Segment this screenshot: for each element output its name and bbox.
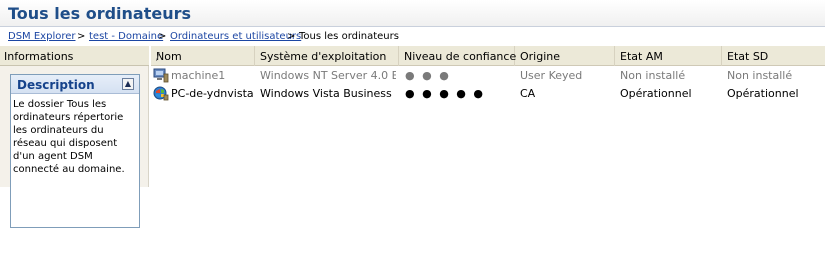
- breadcrumb-separator: >: [158, 31, 167, 42]
- page-title: Tous les ordinateurs: [8, 4, 192, 23]
- description-box: Description ▲ Le dossier Tous les ordina…: [10, 74, 140, 228]
- column-header-os[interactable]: Système d'exploitation: [255, 46, 399, 66]
- breadcrumb-computers-users[interactable]: Ordinateurs et utilisateurs: [170, 31, 301, 42]
- cell-trust-level: ● ● ● ● ●: [405, 87, 485, 100]
- title-bar: Tous les ordinateurs: [0, 0, 825, 27]
- column-header-am-state[interactable]: Etat AM: [615, 46, 722, 66]
- cell-os: Windows Vista Business: [260, 87, 392, 100]
- info-panel-title: Informations: [4, 50, 74, 63]
- column-header-sd-state[interactable]: Etat SD: [722, 46, 825, 66]
- cell-sd-state: Opérationnel: [727, 87, 799, 100]
- cell-am-state: Non installé: [620, 69, 686, 82]
- cell-name: PC-de-ydnvista: [171, 87, 253, 100]
- breadcrumb-separator: >: [287, 31, 296, 42]
- description-header[interactable]: Description ▲: [11, 75, 139, 94]
- cell-origin: CA: [520, 87, 536, 100]
- breadcrumb-dsm-explorer[interactable]: DSM Explorer: [8, 31, 76, 42]
- breadcrumb-domain[interactable]: test - Domaine: [89, 31, 163, 42]
- cell-trust-level: ● ● ●: [405, 69, 451, 82]
- column-header-name[interactable]: Nom /: [151, 46, 255, 66]
- info-panel: Informations Description ▲ Le dossier To…: [0, 46, 149, 228]
- collapse-icon[interactable]: ▲: [122, 78, 134, 90]
- table-header: Nom / Système d'exploitation Niveau de c…: [151, 46, 825, 66]
- column-header-trust[interactable]: Niveau de confiance: [399, 46, 516, 66]
- cell-name: machine1: [171, 69, 226, 82]
- description-text: Le dossier Tous les ordinateurs répertor…: [13, 99, 125, 175]
- table-row[interactable]: PC-de-ydnvista Windows Vista Business ● …: [151, 85, 825, 103]
- sort-ascending-icon: /: [156, 50, 160, 63]
- cell-am-state: Opérationnel: [620, 87, 692, 100]
- cell-os: Windows NT Server 4.0 E...: [260, 69, 396, 82]
- computer-icon: [153, 68, 169, 83]
- table-row[interactable]: machine1 Windows NT Server 4.0 E... ● ● …: [151, 67, 825, 85]
- description-title: Description: [17, 78, 95, 92]
- vista-computer-icon: [153, 86, 169, 101]
- cell-sd-state: Non installé: [727, 69, 793, 82]
- breadcrumb-current: Tous les ordinateurs: [299, 31, 399, 42]
- breadcrumb: DSM Explorer > test - Domaine > Ordinate…: [0, 28, 825, 46]
- column-header-origin[interactable]: Origine: [515, 46, 615, 66]
- cell-origin: User Keyed: [520, 69, 583, 82]
- info-panel-header: Informations: [0, 46, 149, 66]
- breadcrumb-separator: >: [77, 31, 86, 42]
